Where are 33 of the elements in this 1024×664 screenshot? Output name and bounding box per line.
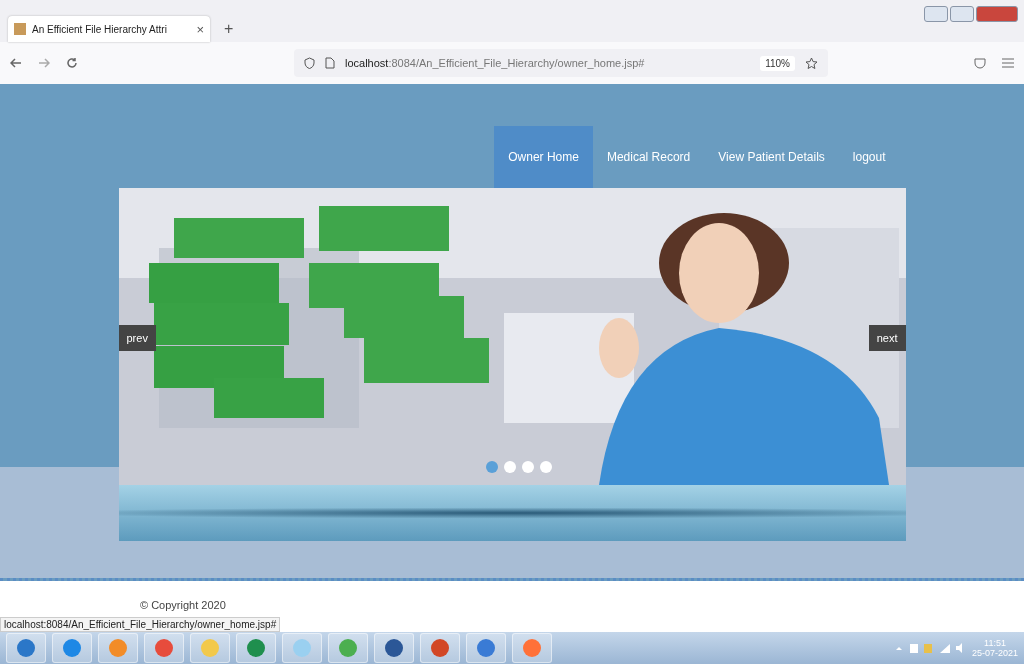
close-tab-button[interactable]: × — [196, 21, 204, 37]
taskbar-button[interactable] — [6, 633, 46, 663]
maximize-button[interactable] — [950, 6, 974, 22]
clock-time: 11:51 — [984, 638, 1006, 648]
taskbar-button[interactable] — [144, 633, 184, 663]
status-url: localhost:8084/An_Efficient_File_Hierarchy/owner_home.jsp# — [0, 617, 281, 632]
clock-date: 25-07-2021 — [971, 648, 1018, 658]
page-icon — [325, 57, 335, 69]
taskbar-button[interactable] — [374, 633, 414, 663]
menu-icon[interactable] — [1002, 58, 1014, 68]
copyright-text: © Copyright 2020 — [140, 599, 226, 611]
prev-button[interactable]: prev — [118, 325, 156, 351]
reload-icon[interactable] — [66, 57, 78, 69]
next-button[interactable]: next — [868, 325, 906, 351]
pocket-icon[interactable] — [974, 57, 986, 69]
taskbar-button[interactable] — [52, 633, 92, 663]
favicon-icon — [14, 23, 26, 35]
address-bar[interactable]: localhost:8084/An_Efficient_File_Hierarchy/owner_home.jsp# 110% — [294, 49, 828, 77]
tab-title: An Efficient File Hierarchy Attri — [32, 23, 168, 35]
taskbar-button[interactable] — [236, 633, 276, 663]
url-text: localhost:8084/An_Efficient_File_Hierarchy/owner_home.jsp# — [345, 57, 646, 69]
back-icon[interactable] — [10, 57, 22, 69]
forward-icon[interactable] — [38, 57, 50, 69]
star-icon[interactable] — [805, 56, 818, 70]
zoom-level[interactable]: 110% — [760, 55, 795, 71]
new-tab-button[interactable]: + — [224, 20, 234, 38]
nav-link[interactable]: Owner Home — [494, 126, 593, 188]
browser-tab[interactable]: An Efficient File Hierarchy Attri × — [8, 16, 210, 42]
shield-icon — [304, 57, 315, 69]
taskbar-button[interactable] — [466, 633, 506, 663]
close-window-button[interactable] — [976, 6, 1018, 22]
taskbar-button[interactable] — [420, 633, 460, 663]
minimize-button[interactable] — [924, 6, 948, 22]
